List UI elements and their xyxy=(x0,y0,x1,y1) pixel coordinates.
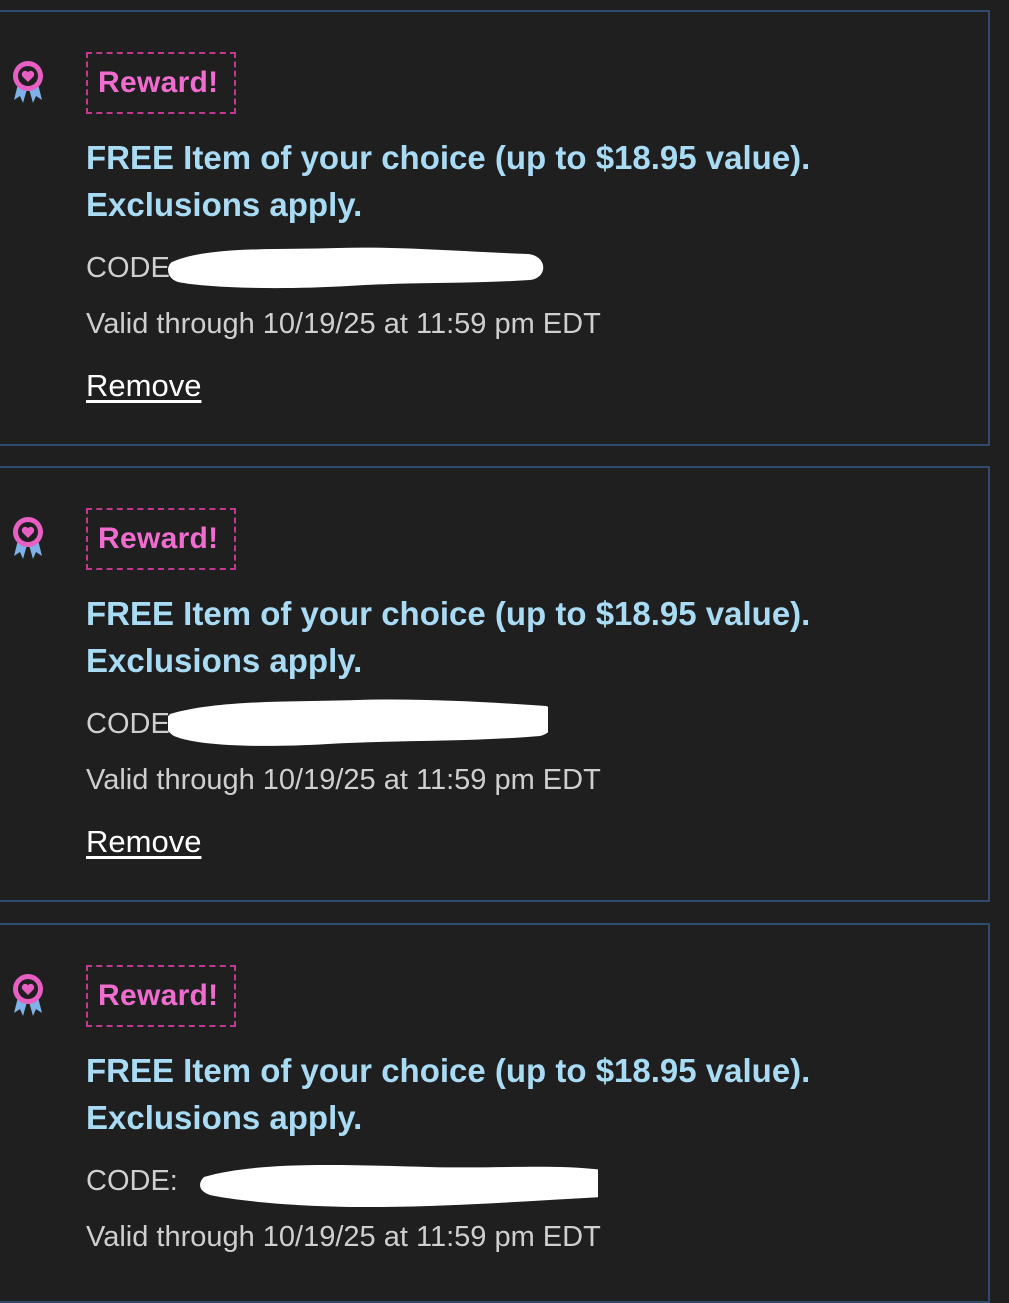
remove-reward-link[interactable]: Remove xyxy=(86,364,201,408)
offer-description: FREE Item of your choice (up to $18.95 v… xyxy=(86,595,811,679)
code-label: CODE: xyxy=(86,708,178,740)
code-redaction-mark xyxy=(168,247,544,289)
valid-through-text: Valid through 10/19/25 at 11:59 pm EDT xyxy=(86,308,601,340)
valid-through-text: Valid through 10/19/25 at 11:59 pm EDT xyxy=(86,764,601,796)
offer-description: FREE Item of your choice (up to $18.95 v… xyxy=(86,1052,811,1136)
reward-tag: Reward! xyxy=(86,965,236,1027)
reward-card: Reward! FREE Item of your choice (up to … xyxy=(0,923,990,1303)
award-ribbon-heart-icon xyxy=(13,517,43,559)
remove-reward-link[interactable]: Remove xyxy=(86,820,201,864)
offer-description: FREE Item of your choice (up to $18.95 v… xyxy=(86,139,811,223)
reward-tag: Reward! xyxy=(86,508,236,570)
reward-card: Reward! FREE Item of your choice (up to … xyxy=(0,466,990,902)
award-ribbon-heart-icon xyxy=(13,61,43,103)
code-redaction-mark xyxy=(168,699,548,746)
award-ribbon-heart-icon xyxy=(13,974,43,1016)
code-label: CODE: xyxy=(86,1165,178,1197)
code-label: CODE: xyxy=(86,252,178,284)
reward-tag: Reward! xyxy=(86,52,236,114)
reward-card: Reward! FREE Item of your choice (up to … xyxy=(0,10,990,446)
valid-through-text: Valid through 10/19/25 at 11:59 pm EDT xyxy=(86,1221,601,1253)
code-redaction-mark xyxy=(200,1165,598,1207)
